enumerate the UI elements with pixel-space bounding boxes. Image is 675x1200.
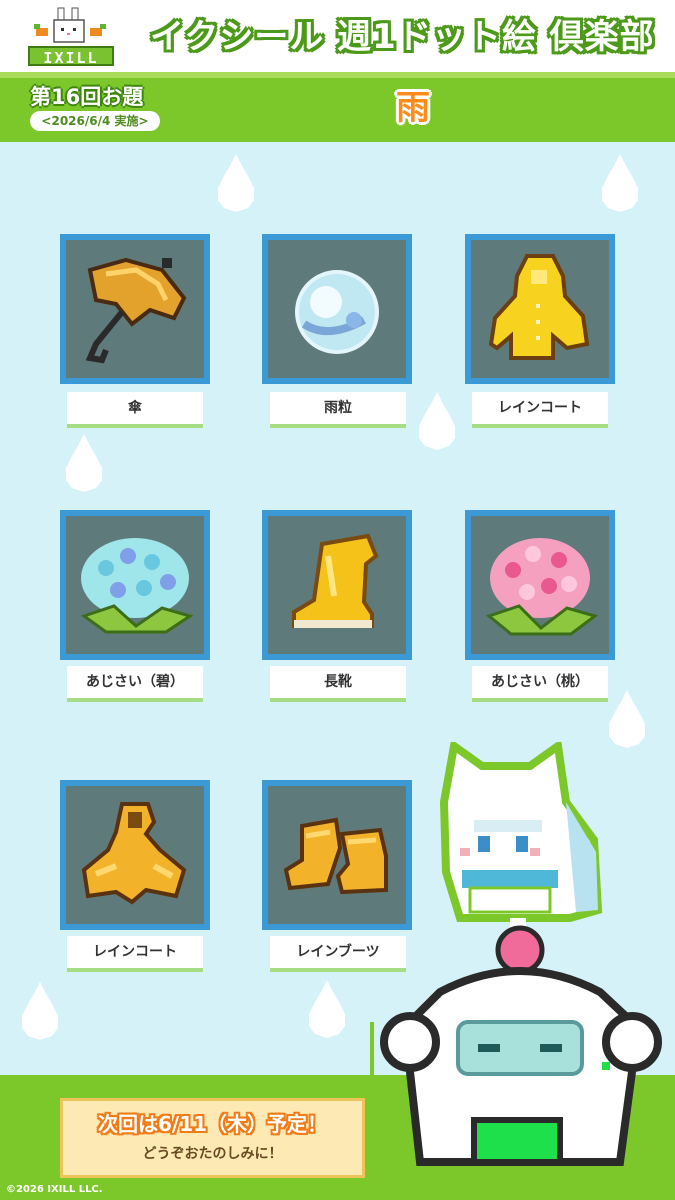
logo-text: IXILL	[28, 46, 114, 67]
item-label: レインコート	[472, 392, 608, 428]
artwork-tile-pink-hydrangea[interactable]	[465, 510, 615, 660]
item-label: 雨粒	[270, 392, 406, 428]
artwork-tile-rain-boot[interactable]	[262, 510, 412, 660]
copyright: ©2026 IXILL LLC.	[6, 1184, 103, 1195]
round-date: <2026/6/4 実施>	[30, 111, 160, 131]
round-label: 第16回お題	[30, 85, 144, 109]
raindrop-decoration-icon	[609, 690, 645, 748]
rabbit-logo-icon	[34, 7, 106, 43]
item-label: 長靴	[270, 666, 406, 702]
item-label: あじさい（桃）	[472, 666, 608, 702]
raindrop-icon	[295, 270, 379, 354]
umbrella-icon	[85, 257, 187, 364]
pink-hydrangea-icon	[485, 538, 599, 636]
raindrop-decoration-icon	[22, 982, 58, 1040]
raindrop-decoration-icon	[419, 392, 455, 450]
yellow-raincoat-icon	[488, 254, 590, 360]
theme-bar-highlight	[0, 72, 675, 78]
raindrop-decoration-icon	[602, 154, 638, 212]
site-title: イクシール 週1ドット絵 倶楽部	[150, 17, 655, 57]
rain-boot-icon	[292, 533, 379, 628]
artwork-tile-orange-raincoat[interactable]	[60, 780, 210, 930]
artwork-tile-umbrella[interactable]	[60, 234, 210, 384]
orange-raincoat-icon	[81, 802, 187, 905]
next-subtitle: どうぞおたのしみに！	[142, 1146, 283, 1162]
theme-word: 雨	[396, 88, 430, 128]
artwork-tile-raincoat[interactable]	[465, 234, 615, 384]
mascot-character-icon	[370, 742, 662, 1200]
artwork-tile-raindrop[interactable]	[262, 234, 412, 384]
item-label: あじさい（碧）	[67, 666, 203, 702]
raindrop-decoration-icon	[66, 434, 102, 492]
raindrop-decoration-icon	[309, 980, 345, 1038]
next-announcement: 次回は6/11（木）予定！ どうぞおたのしみに！	[60, 1098, 365, 1178]
blue-hydrangea-icon	[80, 538, 194, 634]
next-date-title: 次回は6/11（木）予定！	[97, 1112, 328, 1136]
artwork-tile-blue-hydrangea[interactable]	[60, 510, 210, 660]
item-label: 傘	[67, 392, 203, 428]
raindrop-decoration-icon	[218, 154, 254, 212]
logo: IXILL	[28, 6, 114, 67]
item-label: レインコート	[67, 936, 203, 972]
header-bar: IXILL イクシール 週1ドット絵 倶楽部	[0, 0, 675, 72]
